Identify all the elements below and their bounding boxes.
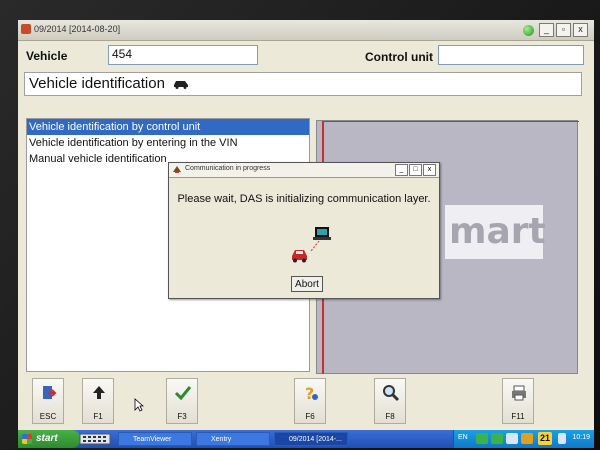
- exit-door-icon: [43, 386, 57, 399]
- brand-logo: mart: [445, 205, 546, 259]
- f8-button[interactable]: F8: [374, 378, 406, 424]
- esc-label: ESC: [39, 412, 57, 421]
- control-unit-field[interactable]: [438, 45, 584, 65]
- svg-text:?: ?: [305, 384, 314, 402]
- f11-label: F11: [511, 412, 525, 421]
- dialog-message: Please wait, DAS is initializing communi…: [177, 193, 431, 205]
- taskbar-item-teamviewer[interactable]: TeamViewer: [118, 432, 192, 446]
- window-title: 09/2014 [2014-08-20]: [34, 24, 121, 34]
- app-icon: [21, 24, 31, 34]
- communication-dialog: Communication in progress _ □ x Please w…: [168, 162, 440, 299]
- esc-button[interactable]: ESC: [32, 378, 64, 424]
- dialog-title: Communication in progress: [185, 165, 271, 172]
- tray-app-icon[interactable]: [506, 433, 518, 444]
- section-header: Vehicle identification: [24, 72, 582, 96]
- f1-label: F1: [93, 412, 103, 421]
- control-unit-label: Control unit: [365, 50, 433, 64]
- section-title: Vehicle identification: [29, 75, 165, 92]
- screen: 09/2014 [2014-08-20] _ ▫ x Vehicle 454 C…: [18, 20, 594, 448]
- f6-label: F6: [305, 412, 315, 421]
- magnifier-icon: [383, 385, 400, 402]
- tray-app-icon[interactable]: [476, 433, 488, 444]
- vehicle-row: Vehicle 454 Control unit: [18, 40, 594, 70]
- f11-button[interactable]: F11: [502, 378, 534, 424]
- window-controls: _ ▫ x: [523, 23, 588, 37]
- question-help-icon: ?: [305, 384, 318, 402]
- dialog-maximize-button[interactable]: □: [409, 164, 422, 176]
- tray-number-badge[interactable]: 21: [538, 432, 553, 445]
- f8-label: F8: [385, 412, 395, 421]
- taskbar-item-xentry[interactable]: Xentry: [196, 432, 270, 446]
- start-label: start: [36, 433, 58, 444]
- clock: 10:19: [572, 434, 590, 441]
- quick-launch-icon[interactable]: [76, 430, 114, 448]
- taskbar-item-das[interactable]: 09/2014 [2014-...: [274, 432, 348, 446]
- start-button[interactable]: start: [18, 430, 80, 448]
- minimize-button[interactable]: _: [539, 23, 554, 37]
- dialog-controls: _ □ x: [395, 164, 436, 176]
- checkmark-icon: [174, 386, 192, 401]
- vehicle-field[interactable]: 454: [108, 45, 258, 65]
- system-tray: EN 21 10:19: [453, 430, 594, 448]
- dialog-app-icon: [173, 166, 181, 173]
- language-indicator[interactable]: EN: [458, 434, 468, 441]
- dialog-close-button[interactable]: x: [423, 164, 436, 176]
- f3-label: F3: [177, 412, 187, 421]
- status-light-icon: [523, 24, 534, 36]
- list-item[interactable]: Vehicle identification by entering in th…: [27, 135, 309, 151]
- car-icon: [174, 81, 189, 89]
- f1-button[interactable]: F1: [82, 378, 114, 424]
- taskbar: start TeamViewer Xentry 09/2014 [2014-..…: [18, 430, 594, 448]
- abort-button[interactable]: Abort: [291, 276, 323, 292]
- vehicle-label: Vehicle: [26, 49, 68, 63]
- mouse-cursor-icon: [134, 398, 144, 412]
- arrow-up-icon: [93, 386, 105, 399]
- tray-app-icon[interactable]: [558, 433, 566, 444]
- tray-app-icon[interactable]: [521, 433, 533, 444]
- close-button[interactable]: x: [573, 23, 588, 37]
- f3-button[interactable]: F3: [166, 378, 198, 424]
- window-titlebar: 09/2014 [2014-08-20] _ ▫ x: [18, 20, 594, 41]
- list-item[interactable]: Vehicle identification by control unit: [27, 119, 309, 135]
- dialog-minimize-button[interactable]: _: [395, 164, 408, 176]
- tray-app-icon[interactable]: [491, 433, 503, 444]
- f6-button[interactable]: ? F6: [294, 378, 326, 424]
- dialog-titlebar: Communication in progress _ □ x: [169, 163, 439, 178]
- windows-flag-icon: [22, 434, 32, 444]
- restore-button[interactable]: ▫: [556, 23, 571, 37]
- function-key-bar: ESC F1 F3 ? F6 F8 F11: [18, 374, 594, 430]
- car-laptop-communication-icon: [292, 227, 331, 263]
- panel-accent-line: [322, 121, 579, 122]
- printer-icon: [512, 385, 526, 401]
